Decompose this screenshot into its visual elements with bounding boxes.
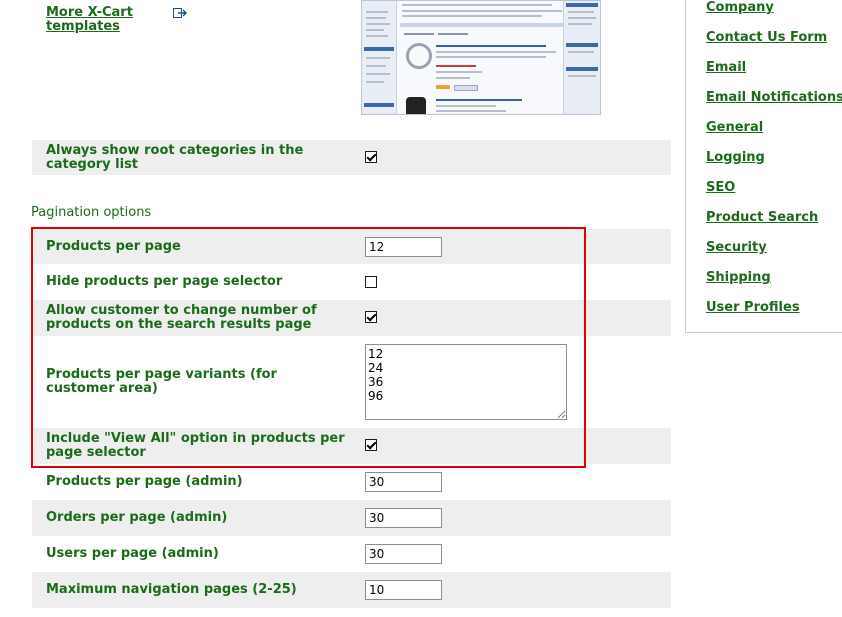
pagination-section-heading: Pagination options xyxy=(31,205,152,220)
sidebar-item-seo[interactable]: SEO xyxy=(706,180,735,195)
sidebar-item-contact-us-form[interactable]: Contact Us Form xyxy=(706,30,827,45)
orders-admin-label: Orders per page (admin) xyxy=(46,510,228,525)
setting-row-products-admin: Products per page (admin) xyxy=(32,464,671,500)
setting-row-users-admin: Users per page (admin) xyxy=(32,536,671,572)
orders-admin-input[interactable] xyxy=(365,508,442,528)
external-link-icon[interactable] xyxy=(173,8,187,19)
sidebar-item-user-profiles[interactable]: User Profiles xyxy=(706,300,800,315)
template-preview-image xyxy=(361,0,601,115)
sidebar-item-shipping[interactable]: Shipping xyxy=(706,270,771,285)
sidebar-item-email[interactable]: Email xyxy=(706,60,746,75)
settings-sidebar: Company Contact Us Form Email Email Noti… xyxy=(685,0,842,333)
setting-row-max-nav-pages: Maximum navigation pages (2-25) xyxy=(32,572,671,608)
sidebar-item-email-notifications[interactable]: Email Notifications xyxy=(706,90,842,105)
sidebar-item-product-search[interactable]: Product Search xyxy=(706,210,818,225)
setting-row-root-categories: Always show root categories in the categ… xyxy=(32,140,671,175)
sidebar-item-general[interactable]: General xyxy=(706,120,763,135)
sidebar-item-logging[interactable]: Logging xyxy=(706,150,765,165)
users-admin-input[interactable] xyxy=(365,544,442,564)
sidebar-item-company[interactable]: Company xyxy=(706,0,774,15)
more-templates-line2: templates xyxy=(46,19,120,34)
products-admin-label: Products per page (admin) xyxy=(46,474,243,489)
setting-row-orders-admin: Orders per page (admin) xyxy=(32,500,671,536)
max-nav-pages-label: Maximum navigation pages (2-25) xyxy=(46,582,297,597)
root-categories-label: Always show root categories in the categ… xyxy=(46,142,304,172)
max-nav-pages-input[interactable] xyxy=(365,580,442,600)
products-admin-input[interactable] xyxy=(365,472,442,492)
sidebar-item-security[interactable]: Security xyxy=(706,240,767,255)
more-templates-line1: More X-Cart xyxy=(46,5,133,20)
root-categories-checkbox[interactable] xyxy=(365,151,377,163)
more-templates-link[interactable]: More X-Cart templates xyxy=(46,6,133,34)
highlight-box xyxy=(31,227,586,468)
users-admin-label: Users per page (admin) xyxy=(46,546,219,561)
